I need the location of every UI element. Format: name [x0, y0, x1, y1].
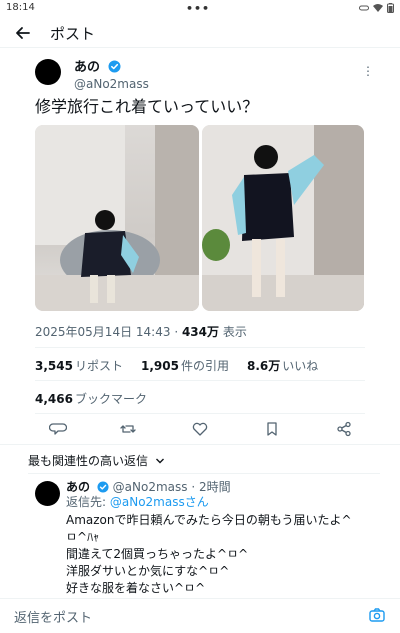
reply-author-name[interactable]: あの [66, 480, 90, 494]
camera-icon[interactable] [368, 606, 386, 624]
reply-line: 洋服ダサいとか気にすな^ㅁ^ [66, 564, 230, 578]
reply-sort-label: 最も関連性の高い返信 [28, 454, 149, 468]
views-label: 表示 [222, 325, 247, 339]
reply-line: 間違えて2個買っちゃったよ^ㅁ^ [66, 547, 249, 561]
status-time: 18:14 [6, 2, 35, 13]
post-timestamp[interactable]: 2025年05月14日 14:43 [35, 325, 170, 339]
views-count: 434万 [181, 325, 220, 339]
reposts-label: リポスト [74, 359, 123, 373]
author-name: あの [74, 60, 101, 75]
top-app-bar: ポスト [0, 18, 400, 48]
reposts-stat[interactable]: 3,545 リポスト [35, 357, 123, 374]
post-more-icon[interactable]: ⋮ [362, 64, 374, 78]
reply-line: ㅁ^ﾊｬ [66, 530, 100, 544]
reply-sort-dropdown[interactable]: 最も関連性の高い返信 [28, 452, 165, 469]
quotes-count: 1,905 [140, 359, 179, 373]
meta-separator: · [174, 325, 182, 339]
back-arrow-icon[interactable] [12, 22, 34, 44]
likes-label: いいね [282, 359, 319, 373]
verified-badge-icon [97, 481, 109, 493]
post-meta: 2025年05月14日 14:43 · 434万 表示 [35, 323, 247, 340]
link-icon [359, 5, 369, 11]
reply-text: Amazonで昨日頼んでみたら今日の朝もう届いたよ^ ㅁ^ﾊｬ 間違えて2個買っ… [66, 512, 386, 597]
section-divider [0, 444, 400, 445]
reposts-count: 3,545 [35, 359, 73, 373]
post-photo-1[interactable] [35, 125, 199, 311]
photo-1-illustration [35, 125, 199, 311]
engagement-stats: 3,545 リポスト 1,905 件の引用 8.6万 いいね [35, 357, 318, 374]
likes-count: 8.6万 [246, 359, 281, 373]
reply-composer[interactable]: 返信をポスト [0, 598, 400, 633]
reply-line: 好きな服を着なさい^ㅁ^ [66, 581, 206, 595]
more-dots-icon: ••• [186, 2, 211, 15]
quotes-label: 件の引用 [180, 359, 229, 373]
reply-avatar[interactable] [35, 481, 60, 506]
reply-line: Amazonで昨日頼んでみたら今日の朝もう届いたよ^ [66, 513, 352, 527]
divider [28, 473, 380, 474]
divider [35, 413, 365, 414]
divider [35, 380, 365, 381]
photo-2-illustration [202, 125, 364, 311]
reply-author-handle[interactable]: @aNo2mass [113, 480, 188, 494]
reply-to-line: 返信先: @aNo2massさん [66, 493, 209, 510]
reply-to-label: 返信先: [66, 495, 107, 509]
bookmarks-stat[interactable]: 4,466 ブックマーク [35, 390, 147, 407]
bookmark-icon[interactable] [263, 420, 281, 438]
author-info[interactable]: あの @aNo2mass [74, 56, 149, 91]
chevron-down-icon [155, 458, 164, 464]
quotes-stat[interactable]: 1,905 件の引用 [141, 357, 229, 374]
reply-time-separator: · [191, 480, 199, 494]
likes-stat[interactable]: 8.6万 いいね [247, 357, 318, 374]
share-icon[interactable] [335, 420, 353, 438]
repost-icon[interactable] [119, 420, 137, 438]
post-text: 修学旅行これ着ていっていい？ [35, 97, 259, 116]
reply-to-handle[interactable]: @aNo2massさん [110, 495, 209, 509]
post-actions [35, 420, 365, 438]
battery-icon [387, 3, 394, 13]
wifi-icon [373, 4, 383, 12]
reply-input-placeholder[interactable]: 返信をポスト [14, 607, 92, 626]
like-icon[interactable] [191, 420, 209, 438]
post-photo-2[interactable] [202, 125, 364, 311]
verified-badge-icon [108, 60, 121, 73]
author-handle: @aNo2mass [74, 77, 149, 91]
status-bar: 18:14 ••• [0, 0, 400, 18]
reply-time[interactable]: 2時間 [199, 480, 231, 494]
system-icons [359, 3, 394, 13]
bookmarks-label: ブックマーク [74, 392, 147, 406]
divider [35, 347, 365, 348]
bookmarks-count: 4,466 [35, 392, 73, 406]
reply-icon[interactable] [49, 420, 67, 438]
page-title: ポスト [50, 25, 96, 43]
author-avatar[interactable] [35, 59, 61, 85]
